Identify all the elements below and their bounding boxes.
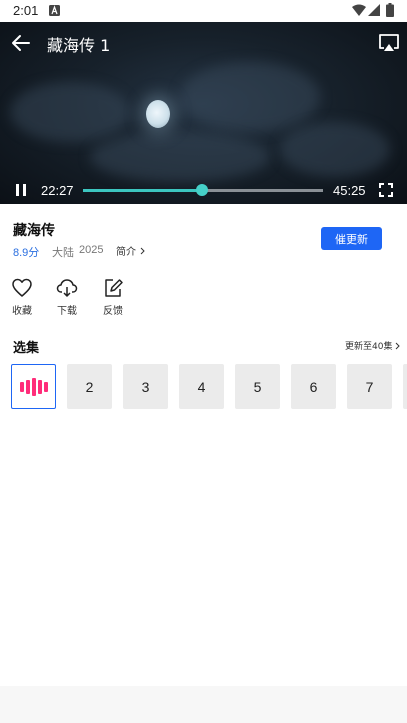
- episode-list: 2 3 4 5 6 7 8: [11, 364, 407, 410]
- video-title: 藏海传 1: [47, 36, 111, 55]
- favorite-label: 收藏: [12, 306, 32, 317]
- download-label: 下载: [57, 306, 77, 317]
- a-notification-icon: [49, 5, 60, 16]
- seek-bar-fill: [83, 189, 202, 192]
- cast-icon[interactable]: [378, 33, 400, 53]
- region: 大陆: [52, 246, 74, 259]
- episode-number: 4: [197, 378, 206, 395]
- cloud-shape: [10, 82, 130, 142]
- episode-number: 7: [365, 378, 374, 395]
- chevron-right-icon: [396, 342, 401, 349]
- episode-tile[interactable]: 7: [347, 364, 392, 409]
- episode-tile[interactable]: 6: [291, 364, 336, 409]
- intro-link[interactable]: 简介: [116, 243, 145, 258]
- episode-tile[interactable]: 2: [67, 364, 112, 409]
- total-time: 45:25: [333, 183, 366, 198]
- episodes-more-link[interactable]: 更新至40集: [345, 339, 401, 352]
- episode-tile[interactable]: 4: [179, 364, 224, 409]
- fullscreen-icon[interactable]: [379, 183, 393, 197]
- wifi-icon: [352, 4, 366, 16]
- episode-number: 5: [253, 378, 262, 395]
- favorite-button[interactable]: 收藏: [5, 277, 39, 317]
- download-button[interactable]: 下载: [50, 277, 84, 317]
- pause-icon[interactable]: [14, 183, 28, 197]
- episode-tile[interactable]: 5: [235, 364, 280, 409]
- chevron-right-icon: [140, 247, 145, 254]
- cloud-shape: [90, 132, 270, 182]
- feedback-button[interactable]: 反馈: [96, 277, 130, 317]
- show-title: 藏海传: [13, 223, 55, 239]
- episode-tile[interactable]: 3: [123, 364, 168, 409]
- seek-thumb[interactable]: [195, 184, 208, 196]
- episode-number: 2: [85, 378, 94, 395]
- back-arrow-icon[interactable]: [11, 33, 31, 53]
- moon-image: [146, 100, 170, 128]
- current-time: 22:27: [41, 183, 74, 198]
- bottom-bar: [0, 686, 407, 723]
- status-time: 2:01: [13, 3, 39, 18]
- feedback-label: 反馈: [103, 306, 123, 317]
- seek-bar[interactable]: [83, 184, 323, 196]
- video-player[interactable]: 藏海传 1 22:27 45:25: [0, 22, 407, 204]
- rating: 8.9分: [13, 247, 40, 259]
- episode-tile[interactable]: 8: [403, 364, 407, 409]
- status-bar: 2:01: [0, 0, 407, 22]
- now-playing-icon: [19, 377, 48, 396]
- episodes-more-label: 更新至40集: [345, 342, 393, 352]
- request-update-button[interactable]: 催更新: [321, 227, 382, 250]
- heart-icon: [12, 278, 32, 297]
- episode-number: 3: [141, 378, 150, 395]
- edit-feedback-icon: [105, 279, 123, 297]
- cloud-shape: [280, 122, 390, 177]
- episodes-header: 选集: [13, 341, 40, 356]
- cloud-shape: [180, 62, 320, 132]
- battery-icon: [386, 3, 394, 17]
- signal-icon: [368, 4, 380, 16]
- cloud-download-icon: [56, 279, 78, 297]
- episode-number: 6: [309, 378, 318, 395]
- year: 2025: [79, 244, 104, 256]
- intro-label: 简介: [116, 247, 136, 258]
- episode-tile[interactable]: [11, 364, 56, 409]
